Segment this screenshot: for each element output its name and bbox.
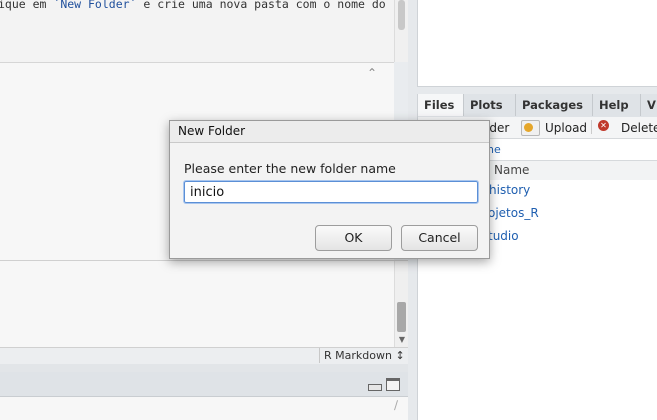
upload-button[interactable]: Upload xyxy=(545,121,587,135)
source-editor[interactable]: ique em `New Folder` e crie uma nova pas… xyxy=(0,0,394,63)
double-chevron-up-icon[interactable]: ⌃ xyxy=(365,66,379,80)
editor-inline-code: `New Folder` xyxy=(53,0,137,11)
editor-text-prefix: ique em xyxy=(0,0,54,11)
column-header-name[interactable]: Name xyxy=(494,163,529,177)
delete-button[interactable]: Delete xyxy=(621,121,657,135)
vertical-scrollbar[interactable]: ▼ xyxy=(394,261,409,347)
delete-icon[interactable]: ✕ xyxy=(598,120,609,131)
tab-files[interactable]: Files xyxy=(418,94,464,116)
maximize-pane-icon[interactable] xyxy=(386,378,400,391)
file-item[interactable]: ojetos_R xyxy=(488,206,539,220)
scrollbar-thumb[interactable] xyxy=(397,302,406,332)
ok-button[interactable]: OK xyxy=(315,225,392,251)
editor-scrollbar[interactable] xyxy=(394,0,409,62)
tab-packages[interactable]: Packages xyxy=(516,94,593,116)
pane-gap-right xyxy=(417,87,657,94)
editor-text-line: ique em `New Folder` e crie uma nova pas… xyxy=(0,0,386,11)
console-body[interactable] xyxy=(0,397,408,420)
toolbar-separator xyxy=(591,120,592,134)
tab-viewer[interactable]: V xyxy=(641,94,657,116)
scroll-down-arrow-icon[interactable]: ▼ xyxy=(397,335,407,345)
upload-icon[interactable] xyxy=(521,120,540,136)
dialog-title: New Folder xyxy=(178,124,246,138)
dialog-prompt: Please enter the new folder name xyxy=(184,161,396,176)
broom-icon[interactable]: ∕ xyxy=(388,398,404,412)
status-separator xyxy=(319,348,320,363)
file-item[interactable]: tudio xyxy=(488,229,519,243)
tab-plots[interactable]: Plots xyxy=(464,94,516,116)
folder-name-input[interactable] xyxy=(183,180,479,204)
file-item[interactable]: history xyxy=(489,183,530,197)
editor-lower-area[interactable] xyxy=(0,261,394,347)
cancel-button[interactable]: Cancel xyxy=(401,225,478,251)
dialog-title-bar[interactable]: New Folder xyxy=(170,121,489,143)
editor-scrollbar-thumb[interactable] xyxy=(398,0,405,30)
document-type-selector[interactable]: R Markdown ↕ xyxy=(324,348,405,363)
console-header xyxy=(0,372,408,397)
pane-gap xyxy=(0,364,408,372)
minimize-pane-icon[interactable] xyxy=(368,384,382,391)
new-folder-dialog: New Folder Please enter the new folder n… xyxy=(169,120,490,259)
editor-text-suffix: e crie uma nova pasta com o nome do xyxy=(136,0,386,11)
tab-help[interactable]: Help xyxy=(593,94,641,116)
environment-pane xyxy=(417,0,657,87)
files-tab-bar: Files Plots Packages Help V xyxy=(417,94,657,117)
